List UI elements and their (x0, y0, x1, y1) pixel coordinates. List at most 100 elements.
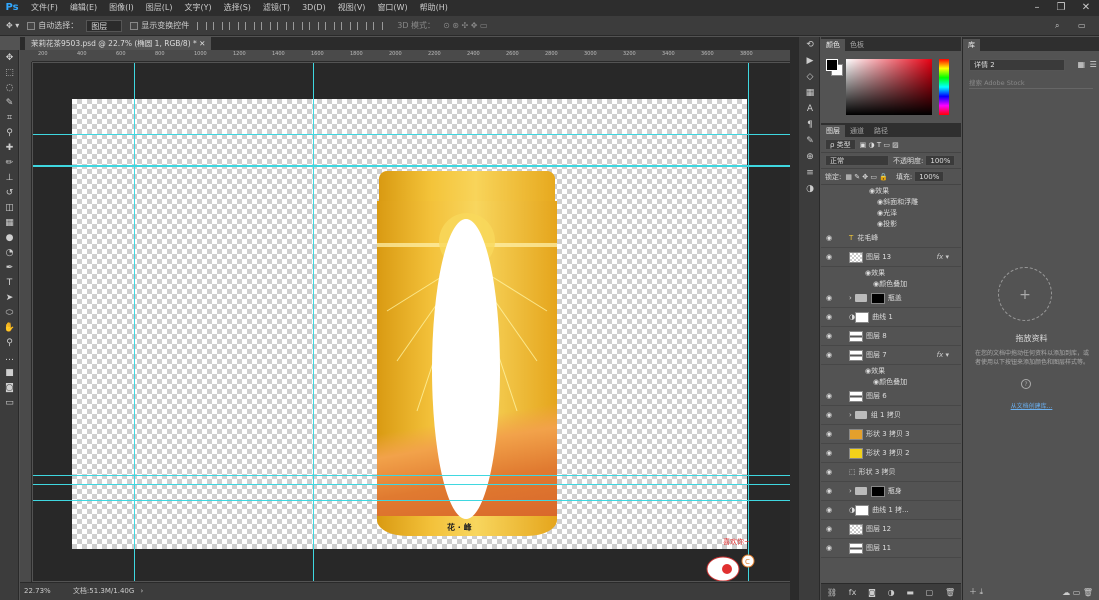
layer-row[interactable]: ◉ 形状 3 拷贝 3 (821, 425, 961, 444)
healing-brush-icon[interactable]: ✚ (0, 140, 19, 155)
maximize-icon[interactable]: ❐ (1050, 0, 1072, 16)
layer-row[interactable]: ◉ 图层 7 fx ▾ (821, 346, 961, 365)
layer-thumbnail[interactable] (855, 311, 870, 323)
layer-row[interactable]: ◉ › 瓶身 (821, 482, 961, 501)
menu-item[interactable]: 3D(D) (296, 0, 332, 16)
canvas-area[interactable]: 花 · 峰 C 喜欢你~ (33, 63, 790, 581)
effect-row[interactable]: ◉ 颜色叠加 (821, 376, 961, 387)
fx-icon[interactable]: fx (849, 588, 857, 597)
menu-item[interactable]: 文件(F) (25, 0, 64, 16)
tab-layers_panel-1[interactable]: 通道 (845, 125, 869, 137)
layer-row[interactable]: ◉ 图层 13 fx ▾ (821, 248, 961, 267)
layer-thumbnail[interactable] (849, 447, 863, 459)
quick-mask-icon[interactable]: ◙ (0, 380, 19, 395)
minimize-icon[interactable]: – (1026, 0, 1048, 16)
fx-icon[interactable]: fx ▾ (937, 253, 949, 261)
menu-item[interactable]: 图像(I) (103, 0, 140, 16)
expand-arrow-icon[interactable]: › (849, 411, 852, 419)
auto-select-dropdown[interactable]: 图层 (86, 19, 123, 32)
mask-thumbnail[interactable] (870, 292, 885, 304)
horizontal-ruler[interactable]: 200 400 600 800 1000 1200 1400 1600 1800 2000 2200… (32, 50, 790, 62)
layer-row[interactable]: ◉ 形状 3 拷贝 2 (821, 444, 961, 463)
history-brush-icon[interactable]: ↺ (0, 185, 19, 200)
color-swatches-icon[interactable]: ■ (0, 365, 19, 380)
align-bottom-icon[interactable] (229, 21, 240, 30)
library-footer-icons[interactable]: ＋ ⤓ (969, 586, 983, 597)
clone-source-icon[interactable]: ⊕ (799, 149, 821, 165)
effect-row[interactable]: ◉ 效果 (821, 267, 961, 278)
marquee-tool-icon[interactable]: ⬚ (0, 65, 19, 80)
layer-row[interactable]: ◉ 图层 8 (821, 327, 961, 346)
layer-thumbnail[interactable] (855, 504, 870, 516)
effect-row[interactable]: ◉ 颜色叠加 (821, 278, 961, 289)
move-tool-icon[interactable]: ✥ ▾ (6, 21, 19, 30)
layer-thumbnail[interactable] (849, 428, 863, 440)
blend-mode-dropdown[interactable]: 正常 (825, 155, 889, 166)
layer-row[interactable]: ◉ T 花毛峰 (821, 229, 961, 248)
expand-arrow-icon[interactable]: › (849, 487, 852, 495)
lock-icons[interactable]: ▦ ✎ ✥ ▭ 🔒 (845, 173, 888, 181)
align-right-icon[interactable] (277, 21, 288, 30)
eye-icon[interactable]: ◉ (823, 506, 835, 514)
auto-select-checkbox[interactable]: 自动选择： (27, 20, 78, 31)
tab-color_panel-1[interactable]: 色板 (845, 39, 869, 51)
eyedropper-icon[interactable]: ⚲ (0, 125, 19, 140)
layer-row[interactable]: ◉ 图层 6 (821, 387, 961, 406)
guide-vertical[interactable] (313, 63, 314, 581)
fx-icon[interactable]: fx ▾ (937, 351, 949, 359)
guide-vertical[interactable] (748, 63, 749, 581)
grid-view-icon[interactable]: ▦ (1078, 60, 1086, 69)
3d-tool-icons[interactable]: ⊙ ⊛ ✣ ✥ ▭ (443, 21, 488, 30)
selected-ellipse[interactable] (432, 219, 500, 519)
eye-icon[interactable]: ◉ (823, 351, 835, 359)
path-select-icon[interactable]: ➤ (0, 290, 19, 305)
hue-slider[interactable] (939, 59, 949, 115)
checkbox-icon[interactable] (130, 21, 139, 30)
menu-item[interactable]: 选择(S) (218, 0, 257, 16)
layer-thumbnail[interactable] (849, 542, 863, 554)
effect-row[interactable]: ◉ 效果 (821, 365, 961, 376)
distribute-bottom-icon[interactable] (325, 21, 336, 30)
effect-row[interactable]: ◉ 光泽 (861, 207, 961, 218)
shape-tool-icon[interactable]: ⬭ (0, 305, 19, 320)
layer-thumbnail[interactable] (849, 390, 863, 402)
layer-thumbnail[interactable] (849, 330, 863, 342)
opacity-field[interactable]: 100% (925, 155, 956, 166)
adjustments-icon[interactable]: ◑ (799, 181, 821, 197)
eye-icon[interactable]: ◉ (823, 525, 835, 533)
distribute-center-icon[interactable] (357, 21, 368, 30)
gradient-tool-icon[interactable]: ▦ (0, 215, 19, 230)
quick-select-icon[interactable]: ✎ (0, 95, 19, 110)
layer-row[interactable]: ◉ › 瓶盖 (821, 289, 961, 308)
actions-panel-icon[interactable]: ▶ (799, 53, 821, 69)
layer-row[interactable]: ◉ ◑ 曲线 1 (821, 308, 961, 327)
menu-item[interactable]: 滤镜(T) (257, 0, 296, 16)
help-icon[interactable]: ? (1021, 379, 1031, 389)
align-left-icon[interactable] (245, 21, 256, 30)
menu-item[interactable]: 文字(Y) (178, 0, 217, 16)
menu-item[interactable]: 编辑(E) (64, 0, 103, 16)
guide-horizontal[interactable] (33, 500, 790, 501)
color-field[interactable] (846, 59, 932, 115)
eye-icon[interactable]: ◉ (823, 487, 835, 495)
library-footer-right-icons[interactable]: ☁ ▭ 🗑 (1062, 588, 1093, 597)
zoom-level[interactable]: 22.73% (24, 587, 51, 595)
move-tool-icon[interactable]: ✥ (0, 50, 19, 65)
layer-row[interactable]: ◉ › 组 1 拷贝 (821, 406, 961, 425)
eye-icon[interactable]: ◉ (823, 392, 835, 400)
layer-thumbnail[interactable] (849, 523, 863, 535)
menu-item[interactable]: 视图(V) (332, 0, 372, 16)
library-select[interactable]: 详情 2 (969, 59, 1065, 71)
vertical-ruler[interactable] (20, 62, 32, 582)
checkbox-icon[interactable] (27, 21, 36, 30)
menu-item[interactable]: 图层(L) (140, 0, 179, 16)
eye-icon[interactable]: ◉ (823, 313, 835, 321)
close-tab-icon[interactable]: ✕ (199, 39, 205, 48)
distribute-left-icon[interactable] (341, 21, 352, 30)
blur-tool-icon[interactable]: ● (0, 230, 19, 245)
navigator-icon[interactable]: ▦ (799, 85, 821, 101)
guide-vertical[interactable] (134, 63, 135, 581)
brush-panel-icon[interactable]: ✎ (799, 133, 821, 149)
eye-icon[interactable]: ◉ (823, 544, 835, 552)
character-panel-icon[interactable]: A (799, 101, 821, 117)
